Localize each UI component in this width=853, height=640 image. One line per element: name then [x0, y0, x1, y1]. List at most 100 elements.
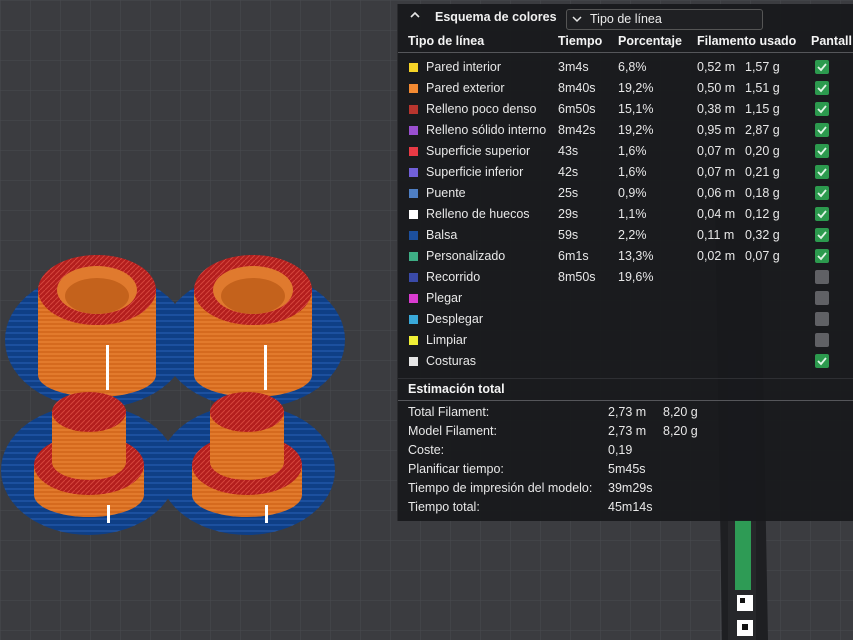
feature-label: Relleno sólido interno [426, 123, 547, 137]
feature-row[interactable]: Superficie superior 43s 1,6% 0,07 m 0,20 g [398, 141, 853, 162]
total-filament-label: Total Filament: [408, 405, 490, 419]
visibility-checkbox[interactable] [815, 270, 829, 284]
visibility-checkbox[interactable] [815, 354, 829, 368]
feature-row[interactable]: Costuras [398, 351, 853, 372]
feature-meters: 0,04 m [697, 207, 736, 221]
summary-divider [398, 400, 853, 401]
visibility-checkbox[interactable] [815, 291, 829, 305]
checkmark-icon [817, 126, 827, 135]
feature-label: Personalizado [426, 249, 506, 263]
feature-grams: 1,57 g [745, 60, 780, 74]
feature-percent: 15,1% [618, 102, 654, 116]
visibility-checkbox[interactable] [815, 186, 829, 200]
feature-time: 6m1s [558, 249, 589, 263]
feature-meters: 0,38 m [697, 102, 736, 116]
feature-time: 8m40s [558, 81, 596, 95]
feature-row[interactable]: Recorrido 8m50s 19,6% [398, 267, 853, 288]
summary-title: Estimación total [408, 382, 505, 396]
visibility-checkbox[interactable] [815, 333, 829, 347]
feature-row[interactable]: Balsa 59s 2,2% 0,11 m 0,32 g [398, 225, 853, 246]
visibility-checkbox[interactable] [815, 207, 829, 221]
checkmark-icon [817, 84, 827, 93]
feature-row[interactable]: Puente 25s 0,9% 0,06 m 0,18 g [398, 183, 853, 204]
feature-row[interactable]: Relleno de huecos 29s 1,1% 0,04 m 0,12 g [398, 204, 853, 225]
model-print-time-value: 39m29s [608, 481, 653, 495]
feature-row[interactable]: Pared exterior 8m40s 19,2% 0,50 m 1,51 g [398, 78, 853, 99]
feature-label: Balsa [426, 228, 458, 242]
visibility-checkbox[interactable] [815, 102, 829, 116]
cost-label: Coste: [408, 443, 445, 457]
feature-meters: 0,52 m [697, 60, 736, 74]
visibility-checkbox[interactable] [815, 312, 829, 326]
checkmark-icon [817, 189, 827, 198]
feature-label: Costuras [426, 354, 477, 368]
total-time-label: Tiempo total: [408, 500, 480, 514]
feature-time: 3m4s [558, 60, 589, 74]
feature-row[interactable]: Pared interior 3m4s 6,8% 0,52 m 1,57 g [398, 57, 853, 78]
color-swatch [409, 273, 418, 282]
feature-percent: 0,9% [618, 186, 647, 200]
model-print-time-label: Tiempo de impresión del modelo: [408, 481, 593, 495]
feature-label: Relleno de huecos [426, 207, 530, 221]
view-type-value: Tipo de línea [590, 12, 662, 26]
feature-row[interactable]: Superficie inferior 42s 1,6% 0,07 m 0,21 g [398, 162, 853, 183]
feature-percent: 19,2% [618, 123, 654, 137]
color-swatch [409, 126, 418, 135]
feature-time: 25s [558, 186, 579, 200]
feature-grams: 0,07 g [745, 249, 780, 263]
visibility-checkbox[interactable] [815, 144, 829, 158]
feature-row[interactable]: Desplegar [398, 309, 853, 330]
header-divider [398, 52, 853, 53]
feature-grams: 0,12 g [745, 207, 780, 221]
list-divider [398, 378, 853, 379]
color-swatch [409, 84, 418, 93]
feature-percent: 1,6% [618, 165, 647, 179]
checkmark-icon [817, 231, 827, 240]
color-swatch [409, 210, 418, 219]
feature-percent: 2,2% [618, 228, 647, 242]
checkmark-icon [817, 357, 827, 366]
color-swatch [409, 315, 418, 324]
model-filament-meters: 2,73 m [608, 424, 647, 438]
visibility-checkbox[interactable] [815, 228, 829, 242]
feature-label: Plegar [426, 291, 463, 305]
color-swatch [409, 252, 418, 261]
checkmark-icon [817, 210, 827, 219]
color-swatch [409, 357, 418, 366]
column-header-time: Tiempo [558, 34, 603, 48]
column-header-display: Pantall [811, 34, 852, 48]
visibility-checkbox[interactable] [815, 165, 829, 179]
cost-value: 0,19 [608, 443, 633, 457]
feature-label: Limpiar [426, 333, 467, 347]
model-filament-grams: 8,20 g [663, 424, 698, 438]
column-header-percent: Porcentaje [618, 34, 682, 48]
feature-grams: 1,51 g [745, 81, 780, 95]
feature-row[interactable]: Plegar [398, 288, 853, 309]
color-swatch [409, 147, 418, 156]
feature-row[interactable]: Personalizado 6m1s 13,3% 0,02 m 0,07 g [398, 246, 853, 267]
visibility-checkbox[interactable] [815, 81, 829, 95]
feature-row[interactable]: Relleno sólido interno 8m42s 19,2% 0,95 m 2,… [398, 120, 853, 141]
feature-time: 6m50s [558, 102, 596, 116]
feature-grams: 0,21 g [745, 165, 780, 179]
legend-title: Esquema de colores [435, 10, 557, 24]
feature-meters: 0,95 m [697, 123, 736, 137]
feature-row[interactable]: Limpiar [398, 330, 853, 351]
feature-label: Desplegar [426, 312, 483, 326]
color-swatch [409, 336, 418, 345]
feature-time: 29s [558, 207, 579, 221]
plan-time-value: 5m45s [608, 462, 646, 476]
feature-time: 8m50s [558, 270, 596, 284]
checkmark-icon [817, 105, 827, 114]
feature-meters: 0,11 m [697, 228, 735, 242]
visibility-checkbox[interactable] [815, 123, 829, 137]
color-swatch [409, 294, 418, 303]
view-type-select[interactable]: Tipo de línea [566, 9, 763, 30]
visibility-checkbox[interactable] [815, 60, 829, 74]
feature-meters: 0,50 m [697, 81, 736, 95]
color-swatch [409, 168, 418, 177]
feature-percent: 19,6% [618, 270, 654, 284]
collapse-chevron-up-icon[interactable] [408, 7, 426, 25]
feature-row[interactable]: Relleno poco denso 6m50s 15,1% 0,38 m 1,15 g [398, 99, 853, 120]
visibility-checkbox[interactable] [815, 249, 829, 263]
